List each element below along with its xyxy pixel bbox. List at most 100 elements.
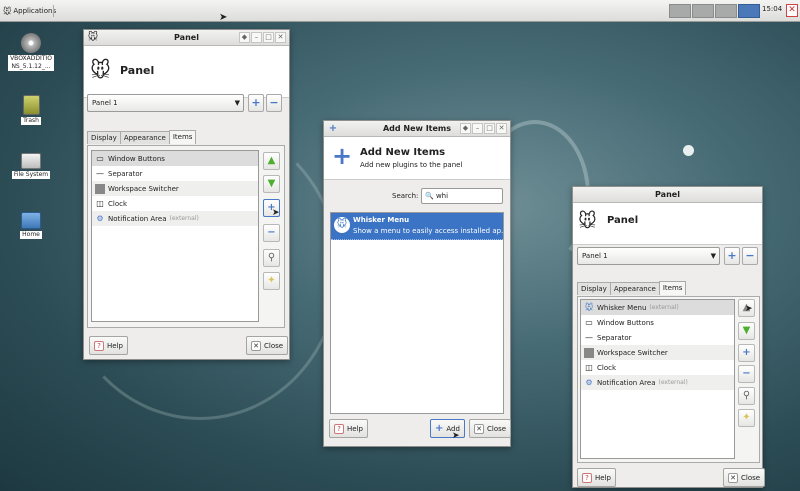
clock[interactable]: 15:04: [762, 5, 782, 13]
maximize-icon[interactable]: □: [263, 32, 274, 43]
remove-panel-button[interactable]: −: [742, 247, 758, 265]
panel-separator: [53, 5, 54, 17]
window-titlebar[interactable]: 🐭 Panel ◆ – □ ✕: [84, 30, 289, 46]
list-item[interactable]: ▭ Window Buttons: [581, 315, 734, 330]
list-item[interactable]: — Separator: [92, 166, 258, 181]
desktop-icon-trash[interactable]: Trash: [8, 95, 54, 125]
move-down-button[interactable]: ▼: [263, 175, 280, 193]
help-icon: ?: [582, 472, 592, 483]
desktop-icon-label: Home: [20, 231, 42, 239]
help-icon: ?: [334, 423, 344, 434]
close-button[interactable]: ✕ Close: [246, 336, 289, 355]
close-icon: ✕: [474, 423, 484, 434]
list-item[interactable]: ◫ Clock: [92, 196, 258, 211]
desktop-icon-filesystem[interactable]: File System: [8, 153, 54, 179]
chevron-down-icon: ▼: [710, 252, 716, 260]
applications-label: Applications: [13, 7, 57, 15]
add-panel-button[interactable]: +: [248, 94, 264, 112]
move-up-button[interactable]: ▲: [263, 152, 280, 170]
list-item[interactable]: 🐭 Whisker Menu Show a menu to easily acc…: [331, 213, 503, 240]
window-menu-icon[interactable]: ◆: [239, 32, 250, 43]
help-button-label: Help: [595, 473, 611, 482]
window-titlebar[interactable]: + Add New Items ◆ – □ ✕: [324, 121, 510, 137]
desktop-icon-home[interactable]: Home: [8, 212, 54, 239]
workspace-2[interactable]: [692, 4, 714, 18]
help-button[interactable]: ? Help: [89, 336, 128, 355]
list-item[interactable]: ▭ Window Buttons: [92, 151, 258, 166]
tab-display[interactable]: Display: [87, 131, 121, 144]
close-icon[interactable]: ✕: [496, 123, 507, 134]
search-label: Search:: [392, 192, 419, 200]
close-button[interactable]: ✕ Close: [469, 419, 512, 438]
whisker-menu-icon: 🐭: [584, 302, 594, 312]
tab-items[interactable]: Items: [168, 130, 197, 144]
list-item[interactable]: ⚙ Notification Area (external): [92, 211, 258, 226]
list-item[interactable]: Workspace Switcher: [581, 345, 734, 360]
panel-app-icon: 🐭: [90, 58, 111, 82]
list-item[interactable]: 🐭 Whisker Menu (external): [581, 300, 734, 315]
dialog-header: + Add New Items Add new plugins to the p…: [324, 137, 510, 180]
workspace-1[interactable]: [669, 4, 691, 18]
close-button-label: Close: [741, 473, 761, 482]
plus-icon: +: [435, 423, 444, 434]
mouse-cursor-icon: ➤: [745, 304, 753, 314]
applications-menu-button[interactable]: 🐭 Applications: [3, 4, 56, 18]
move-down-button[interactable]: ▼: [738, 322, 755, 340]
desktop-icon-label: Trash: [21, 117, 41, 125]
desktop-icon-label: VBOXADDITIONS_5.1.12_...: [8, 55, 54, 71]
add-item-button[interactable]: +: [738, 344, 755, 362]
item-about-button[interactable]: ✦: [263, 272, 280, 290]
panel-select-dropdown[interactable]: Panel 1 ▼: [577, 247, 720, 265]
panel-preferences-window-left: 🐭 Panel ◆ – □ ✕ 🐭 Panel Panel 1 ▼ + − Di…: [83, 29, 290, 360]
panel-select-value: Panel 1: [92, 99, 118, 107]
panel-app-icon: 🐭: [578, 211, 597, 232]
close-icon[interactable]: ✕: [786, 4, 798, 17]
tab-items[interactable]: Items: [658, 281, 687, 295]
list-item[interactable]: Workspace Switcher: [92, 181, 258, 196]
item-about-button[interactable]: ✦: [738, 409, 755, 427]
list-item[interactable]: — Separator: [581, 330, 734, 345]
list-item[interactable]: ⚙ Notification Area (external): [581, 375, 734, 390]
list-item[interactable]: ◫ Clock: [581, 360, 734, 375]
close-button[interactable]: ✕ Close: [723, 468, 766, 487]
gear-icon: ⚙: [585, 377, 593, 387]
remove-panel-button[interactable]: −: [266, 94, 282, 112]
window-menu-icon[interactable]: ◆: [460, 123, 471, 134]
tab-appearance[interactable]: Appearance: [609, 282, 660, 295]
tab-bar: Display Appearance Items: [577, 281, 687, 295]
remove-item-button[interactable]: −: [263, 224, 280, 242]
desktop-icon-vboxadditions[interactable]: VBOXADDITIONS_5.1.12_...: [8, 33, 54, 71]
plugin-name: Whisker Menu: [353, 216, 410, 224]
maximize-icon[interactable]: □: [484, 123, 495, 134]
dialog-header-title: Panel: [120, 64, 155, 77]
panel-items-list[interactable]: ▭ Window Buttons — Separator Workspace Swi…: [91, 150, 259, 322]
window-titlebar[interactable]: Panel: [573, 187, 762, 203]
whisker-menu-icon: 🐭: [334, 217, 350, 233]
close-icon[interactable]: ✕: [275, 32, 286, 43]
separator-icon: —: [96, 168, 104, 178]
item-properties-button[interactable]: ⚲: [738, 387, 755, 405]
trash-icon: [22, 95, 40, 115]
window-title: Add New Items: [382, 124, 452, 133]
help-button[interactable]: ? Help: [577, 468, 616, 487]
dialog-header: 🐭 Panel: [573, 203, 762, 245]
minimize-icon[interactable]: –: [472, 123, 483, 134]
remove-item-button[interactable]: −: [738, 365, 755, 383]
search-input[interactable]: 🔍 whi: [421, 188, 503, 204]
workspace-3[interactable]: [715, 4, 737, 18]
panel-items-list[interactable]: 🐭 Whisker Menu (external) ▭ Window Buttons …: [580, 299, 735, 459]
minimize-icon[interactable]: –: [251, 32, 262, 43]
panel-select-dropdown[interactable]: Panel 1 ▼: [87, 94, 244, 112]
close-icon: ✕: [728, 472, 738, 483]
help-button[interactable]: ? Help: [329, 419, 368, 438]
tab-appearance[interactable]: Appearance: [119, 131, 170, 144]
search-value: whi: [435, 192, 449, 200]
add-panel-button[interactable]: +: [724, 247, 740, 265]
dialog-header-subtitle: Add new plugins to the panel: [360, 161, 463, 169]
workspace-switcher-icon: [584, 347, 594, 358]
plugins-list[interactable]: 🐭 Whisker Menu Show a menu to easily acc…: [330, 212, 504, 414]
item-properties-button[interactable]: ⚲: [263, 249, 280, 267]
workspace-4[interactable]: [738, 4, 760, 18]
gear-icon: ⚙: [96, 213, 104, 223]
tab-display[interactable]: Display: [577, 282, 611, 295]
